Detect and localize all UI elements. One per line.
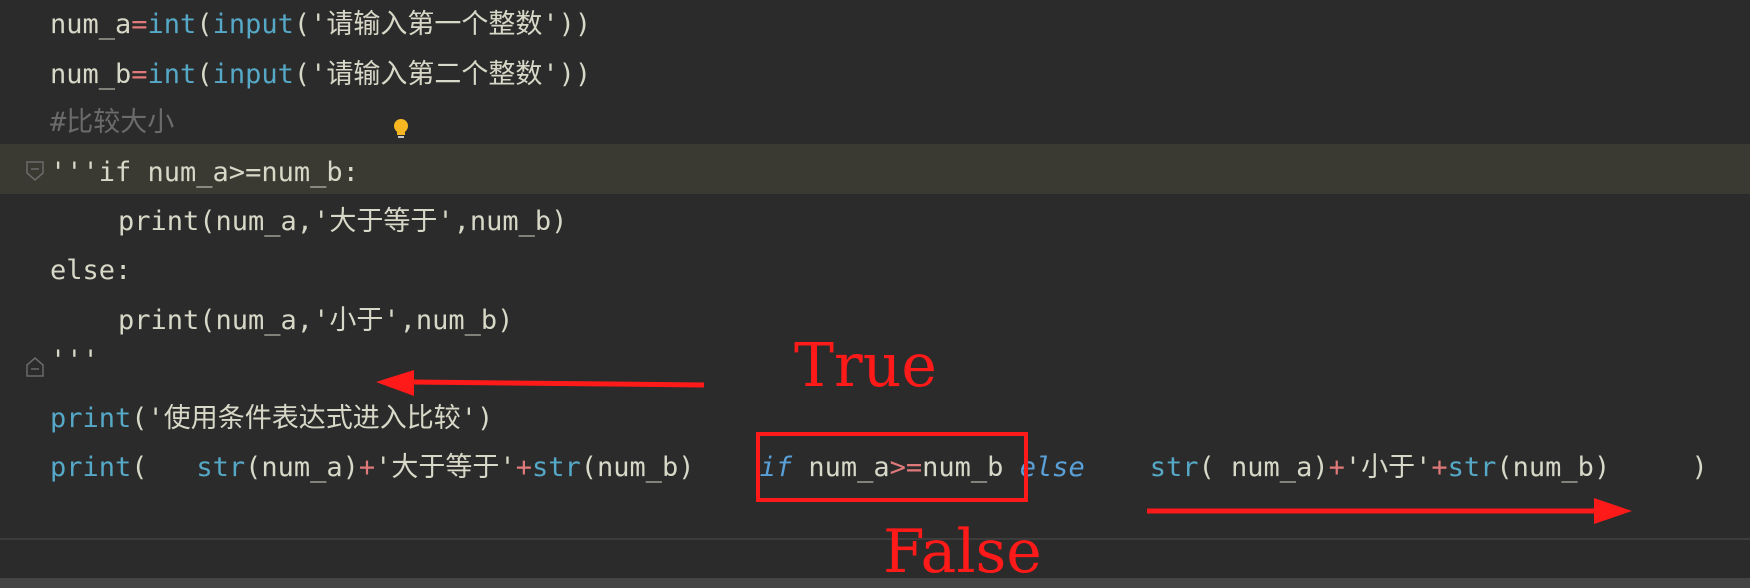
lightbulb-icon[interactable] xyxy=(392,118,410,140)
condition-highlight-box xyxy=(756,432,1028,502)
token-args: ('使用条件表达式进入比较') xyxy=(131,403,494,434)
editor-bottom-strip xyxy=(0,578,1750,588)
token-int: int xyxy=(147,59,197,90)
docstring-text: else: xyxy=(50,255,132,286)
token-var: num_b xyxy=(50,59,132,90)
docstring-text: ''' xyxy=(50,345,99,376)
token-str: str xyxy=(531,452,581,483)
token-string: '大于等于' xyxy=(375,452,516,483)
fold-end-icon[interactable] xyxy=(24,356,46,378)
token-string: '小于' xyxy=(1344,452,1432,483)
true-annotation: True xyxy=(794,331,937,401)
false-annotation: False xyxy=(883,517,1042,587)
code-line-7[interactable]: print(num_a,'小于',num_b) xyxy=(50,296,513,346)
token-paren: ( xyxy=(131,452,148,483)
token-args: (num_b) xyxy=(580,452,695,483)
token-input: input xyxy=(212,9,294,40)
token-plus: + xyxy=(1431,452,1448,483)
code-line-9[interactable]: print('使用条件表达式进入比较') xyxy=(50,394,493,444)
code-line-3[interactable]: #比较大小 xyxy=(50,98,174,148)
false-arrow xyxy=(1147,498,1632,524)
token-int: int xyxy=(147,9,197,40)
code-line-4[interactable]: '''if num_a>=num_b: xyxy=(50,148,359,198)
token-str: str xyxy=(1447,452,1497,483)
token-else: else xyxy=(1019,452,1085,483)
token-input: input xyxy=(212,59,294,90)
token-args: ('请输入第一个整数')) xyxy=(293,9,592,40)
token-args: ('请输入第二个整数')) xyxy=(293,59,592,90)
code-line-5[interactable]: print(num_a,'大于等于',num_b) xyxy=(50,197,567,247)
editor-gutter[interactable] xyxy=(0,0,46,588)
token-args: ( num_a) xyxy=(1198,452,1329,483)
editor-bottom-divider xyxy=(0,538,1750,540)
code-line-2[interactable]: num_b=int(input('请输入第二个整数')) xyxy=(50,50,591,100)
code-line-6[interactable]: else: xyxy=(50,246,131,296)
true-arrow xyxy=(376,370,705,396)
code-editor[interactable]: num_a=int(input('请输入第一个整数')) num_b=int(i… xyxy=(0,0,1750,588)
token-str: str xyxy=(1149,452,1199,483)
fold-start-icon[interactable] xyxy=(24,160,46,182)
token-plus: + xyxy=(358,452,376,483)
token-assign: = xyxy=(131,9,148,40)
docstring-text: print(num_a,'大于等于',num_b) xyxy=(118,206,568,237)
token-args: (num_b) xyxy=(1496,452,1611,483)
comment-text: #比较大小 xyxy=(50,107,175,138)
token-plus: + xyxy=(1328,452,1345,483)
docstring-text: '''if num_a>=num_b: xyxy=(50,157,359,188)
code-line-1[interactable]: num_a=int(input('请输入第一个整数')) xyxy=(50,0,591,50)
token-print: print xyxy=(50,452,132,483)
token-assign: = xyxy=(131,59,148,90)
token-paren: ( xyxy=(196,9,213,40)
token-str: str xyxy=(196,452,246,483)
token-paren: ) xyxy=(1691,452,1708,483)
token-print: print xyxy=(50,403,132,434)
docstring-text: print(num_a,'小于',num_b) xyxy=(118,305,514,336)
token-args: (num_a) xyxy=(245,452,359,483)
token-paren: ( xyxy=(196,59,213,90)
code-line-8[interactable]: ''' xyxy=(50,336,99,386)
token-var: num_a xyxy=(50,9,132,40)
token-plus: + xyxy=(515,452,532,483)
